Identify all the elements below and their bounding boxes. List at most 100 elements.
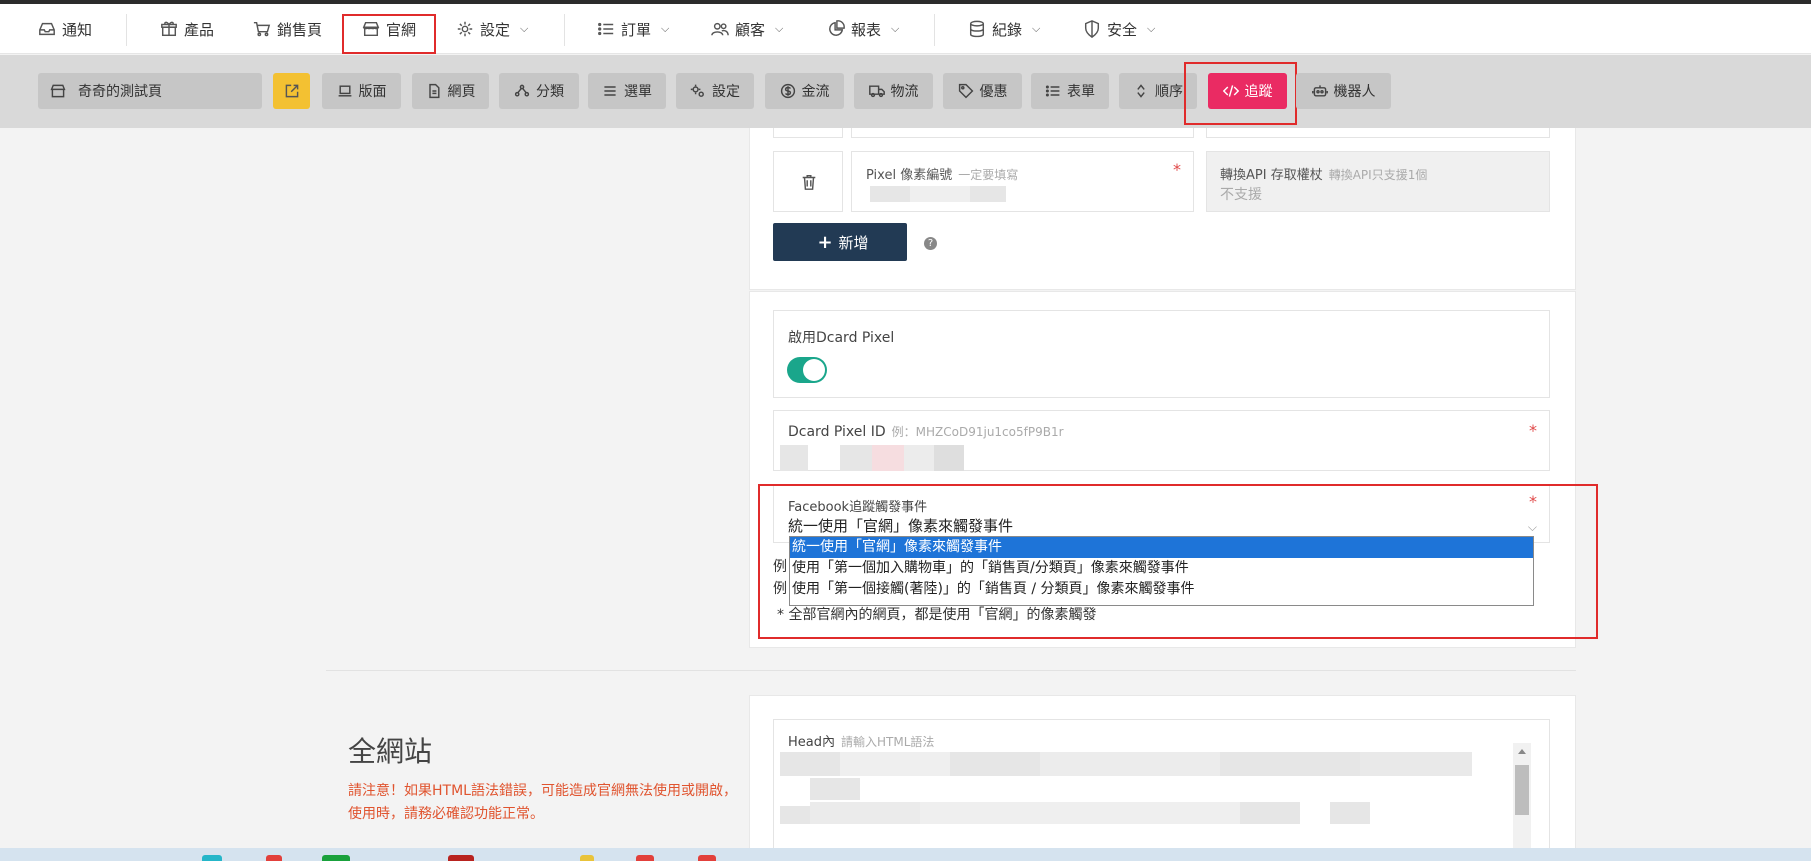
toolbar-categories-button[interactable]: 分類 — [499, 73, 579, 109]
fb-event-highlight — [758, 484, 1598, 639]
taskbar-app-icon[interactable] — [448, 855, 474, 861]
toolbar-forms-button[interactable]: 表單 — [1031, 73, 1109, 109]
menu-icon — [604, 86, 616, 96]
section-divider — [326, 670, 1576, 671]
chevron-down-icon: ⌵ — [1032, 22, 1041, 35]
dcard-pixel-id-field[interactable]: Dcard Pixel ID 例：MHZCoD91ju1co5fP9B1r * — [773, 410, 1550, 471]
toolbar-menu-button[interactable]: 選單 — [588, 73, 666, 109]
users-icon — [711, 22, 729, 36]
nav-divider — [564, 14, 565, 46]
sitewide-section-title: 全網站 — [348, 735, 433, 768]
redacted-code — [1220, 752, 1360, 776]
site-toolbar: 奇奇的測試頁 版面 網頁 分類 選單 設定 金流 物流 優惠 表單 順序 追蹤 … — [0, 55, 1811, 128]
head-html-label: Head內 請輸入HTML語法 — [788, 731, 934, 750]
dcard-pixel-id-label: Dcard Pixel ID 例：MHZCoD91ju1co5fP9B1r — [788, 423, 1064, 440]
chevron-down-icon: ⌵ — [661, 22, 670, 35]
dcard-pixel-id-label-text: Dcard Pixel ID — [788, 424, 886, 440]
top-navigation: 通知 產品 銷售頁 官網 設定 ⌵ 訂單 ⌵ 顧客 ⌵ 報表 ⌵ 紀錄 ⌵ 安全… — [0, 4, 1811, 54]
plus-icon-glyph: + — [817, 231, 833, 253]
tracking-highlight — [1184, 62, 1297, 125]
required-marker: * — [1173, 160, 1181, 179]
chevron-down-icon: ⌵ — [1147, 22, 1156, 35]
gear-icon — [457, 21, 473, 37]
scroll-up-icon — [1518, 749, 1526, 754]
toolbar-settings-button[interactable]: 設定 — [676, 73, 754, 109]
nav-customers-label: 顧客 — [735, 20, 766, 39]
nav-orders[interactable]: 訂單 ⌵ — [597, 4, 669, 54]
capi-token-hint: 轉換API只支援1個 — [1328, 168, 1428, 182]
nav-divider — [126, 14, 127, 46]
redacted-code — [1360, 752, 1472, 776]
dollar-icon — [780, 83, 795, 99]
dcard-enable-field: 啟用Dcard Pixel — [773, 310, 1550, 398]
toolbar-bot-button[interactable]: 機器人 — [1296, 73, 1391, 109]
toolbar-payment-button[interactable]: 金流 — [765, 73, 844, 109]
taskbar-app-icon[interactable] — [636, 855, 654, 861]
capi-token-label-text: 轉換API 存取權杖 — [1220, 168, 1323, 183]
nav-products-label: 產品 — [184, 20, 215, 39]
taskbar-app-icon[interactable] — [266, 855, 282, 861]
nav-security[interactable]: 安全 ⌵ — [1083, 4, 1155, 54]
toolbar-logistics-label: 物流 — [890, 84, 919, 100]
scroll-thumb[interactable] — [1515, 765, 1529, 815]
redacted-value — [840, 445, 872, 471]
nav-sales-page-label: 銷售頁 — [277, 20, 323, 39]
nodes-icon — [514, 84, 530, 97]
taskbar-app-icon[interactable] — [580, 855, 594, 861]
capi-token-label: 轉換API 存取權杖 轉換API只支援1個 — [1220, 164, 1427, 183]
redacted-value — [870, 186, 910, 202]
redacted-code — [840, 752, 950, 776]
toolbar-pages-button[interactable]: 網頁 — [412, 73, 489, 109]
redacted-value — [780, 445, 808, 471]
open-site-button[interactable] — [273, 73, 310, 109]
redacted-code — [780, 806, 810, 824]
nav-settings[interactable]: 設定 ⌵ — [456, 4, 528, 54]
delete-pixel-button[interactable] — [773, 151, 843, 212]
nav-notifications[interactable]: 通知 — [38, 4, 92, 54]
toolbar-payment-label: 金流 — [801, 84, 830, 100]
redacted-value — [910, 186, 970, 202]
redacted-code — [810, 802, 920, 824]
nav-reports[interactable]: 報表 ⌵ — [827, 4, 899, 54]
toolbar-logistics-button[interactable]: 物流 — [854, 73, 933, 109]
store-icon — [50, 84, 66, 98]
pixel-id-field[interactable]: Pixel 像素編號 一定要填寫 * — [851, 151, 1194, 212]
gears-icon — [690, 84, 704, 97]
help-icon[interactable]: ? — [924, 237, 937, 250]
dcard-enable-label: 啟用Dcard Pixel — [788, 330, 895, 346]
redacted-code — [1330, 802, 1370, 824]
shield-icon — [1084, 20, 1100, 38]
site-selector[interactable]: 奇奇的測試頁 — [38, 73, 262, 109]
toolbar-layout-label: 版面 — [358, 84, 387, 100]
head-html-scrollbar[interactable] — [1513, 743, 1531, 861]
nav-sales-page[interactable]: 銷售頁 — [253, 4, 322, 54]
redacted-value — [970, 186, 1006, 202]
redacted-code — [950, 752, 1040, 776]
dcard-pixel-id-hint: 例：MHZCoD91ju1co5fP9B1r — [891, 425, 1064, 439]
list-icon — [1045, 85, 1060, 97]
file-icon — [428, 83, 440, 99]
nav-notifications-label: 通知 — [62, 20, 93, 39]
nav-security-label: 安全 — [1107, 20, 1138, 39]
nav-products[interactable]: 產品 — [160, 4, 214, 54]
head-html-field[interactable]: Head內 請輸入HTML語法 — [773, 719, 1550, 861]
laptop-icon — [338, 85, 351, 97]
trash-icon — [802, 174, 816, 190]
inbox-icon — [39, 22, 55, 36]
dcard-enable-toggle[interactable] — [787, 357, 827, 383]
redacted-value — [872, 445, 904, 471]
nav-customers[interactable]: 顧客 ⌵ — [711, 4, 783, 54]
taskbar-app-icon[interactable] — [202, 855, 222, 861]
taskbar-app-icon[interactable] — [698, 855, 716, 861]
add-pixel-button[interactable]: + 新增 — [773, 223, 907, 261]
toolbar-layout-button[interactable]: 版面 — [322, 73, 401, 109]
toolbar-discount-button[interactable]: 優惠 — [943, 73, 1022, 109]
sitewide-warning: 請注意！如果HTML語法錯誤，可能造成官網無法使用或開啟，使用時，請務必確認功能… — [348, 783, 737, 822]
taskbar-app-icon[interactable] — [322, 855, 350, 861]
toolbar-categories-label: 分類 — [536, 84, 564, 100]
nav-logs[interactable]: 紀錄 ⌵ — [968, 4, 1040, 54]
redacted-code — [810, 778, 860, 800]
tag-icon — [958, 83, 973, 99]
toolbar-pages-label: 網頁 — [447, 84, 476, 100]
previous-row-edge — [773, 128, 843, 138]
